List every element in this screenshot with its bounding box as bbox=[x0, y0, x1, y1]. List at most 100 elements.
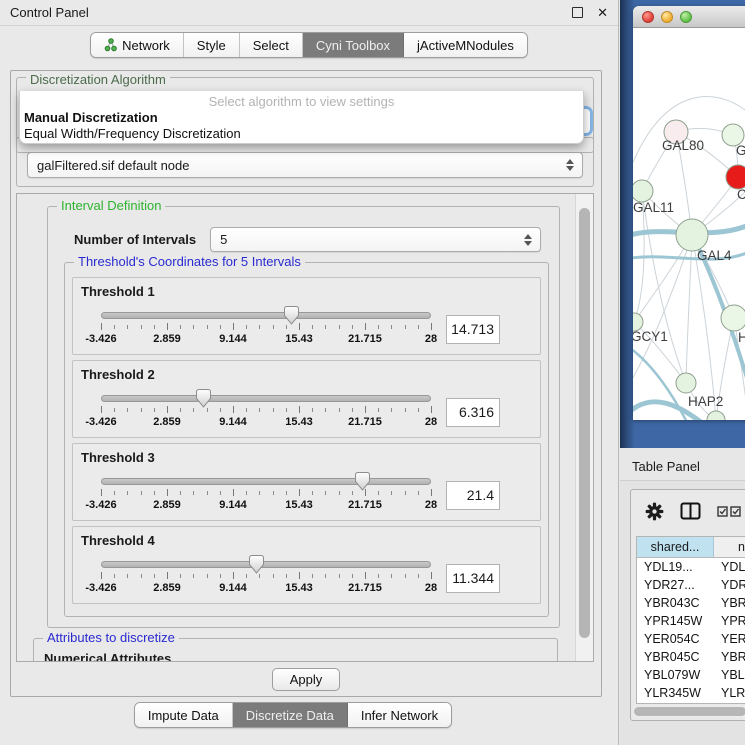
cell-shared-name[interactable]: YBR045C bbox=[637, 648, 713, 666]
table-row[interactable]: YBL079WYBL0 bbox=[637, 666, 745, 684]
network-node[interactable] bbox=[676, 373, 696, 393]
cell-name[interactable]: YPR1 bbox=[713, 612, 745, 630]
tab-cyni-toolbox[interactable]: Cyni Toolbox bbox=[303, 33, 404, 57]
threshold-value-field[interactable]: 6.316 bbox=[446, 398, 500, 427]
tick-mark bbox=[418, 491, 419, 495]
checkbox-icon[interactable] bbox=[730, 506, 741, 517]
stepper-arrows-icon bbox=[524, 228, 532, 251]
threshold-slider[interactable]: -3.4262.8599.14415.4321.71528 bbox=[101, 390, 431, 430]
cell-name[interactable]: YDL1 bbox=[713, 558, 745, 576]
slider-track[interactable] bbox=[101, 395, 431, 402]
slider-tick-labels: -3.4262.8599.14415.4321.71528 bbox=[101, 582, 431, 594]
tick-mark bbox=[233, 406, 234, 413]
tick-mark bbox=[259, 325, 260, 329]
close-icon[interactable]: ✕ bbox=[597, 6, 608, 19]
tick-mark bbox=[391, 325, 392, 329]
table-row[interactable]: YLR345WYLR3 bbox=[637, 684, 745, 702]
cell-shared-name[interactable]: YBR043C bbox=[637, 594, 713, 612]
cell-shared-name[interactable]: YER054C bbox=[637, 630, 713, 648]
number-of-intervals-combobox[interactable]: 5 bbox=[210, 227, 541, 252]
cell-shared-name[interactable]: YDR27... bbox=[637, 576, 713, 594]
threshold-slider[interactable]: -3.4262.8599.14415.4321.71528 bbox=[101, 307, 431, 347]
threshold-slider[interactable]: -3.4262.8599.14415.4321.71528 bbox=[101, 473, 431, 513]
numerical-attributes-label: Numerical Attributes bbox=[44, 651, 549, 662]
cell-name[interactable]: YDR2 bbox=[713, 576, 745, 594]
slider-track[interactable] bbox=[101, 478, 431, 485]
table-row[interactable]: YPR145WYPR1 bbox=[637, 612, 745, 630]
threshold-value-field[interactable]: 14.713 bbox=[446, 315, 500, 344]
table-row[interactable]: YDR27...YDR2 bbox=[637, 576, 745, 594]
tab-infer-network[interactable]: Infer Network bbox=[348, 703, 451, 727]
table-row[interactable]: YER054CYER0 bbox=[637, 630, 745, 648]
cell-name[interactable]: YLR3 bbox=[713, 684, 745, 702]
horizontal-scrollbar-thumb[interactable] bbox=[634, 707, 745, 716]
algorithm-item-manual[interactable]: Manual Discretization bbox=[20, 110, 583, 126]
tab-label: Cyni Toolbox bbox=[316, 38, 390, 53]
tab-label: Select bbox=[253, 38, 289, 53]
threshold-value-field[interactable]: 21.4 bbox=[446, 481, 500, 510]
cell-shared-name[interactable]: YPR145W bbox=[637, 612, 713, 630]
network-node[interactable] bbox=[707, 411, 725, 420]
table-data-combobox[interactable]: galFiltered.sif default node bbox=[27, 152, 583, 178]
slider-track[interactable] bbox=[101, 561, 431, 568]
tick-label: 28 bbox=[425, 333, 437, 345]
network-node-label: GAL11 bbox=[633, 200, 674, 215]
float-window-icon[interactable] bbox=[572, 7, 583, 18]
network-canvas[interactable]: GAL80GACGAL11GAL4GCY1HHAP2 bbox=[633, 28, 745, 420]
slider-track[interactable] bbox=[101, 312, 431, 319]
tick-mark bbox=[167, 489, 168, 496]
cell-shared-name[interactable]: YDL19... bbox=[637, 558, 713, 576]
tab-impute-data[interactable]: Impute Data bbox=[135, 703, 233, 727]
table-panel-body: shared... na YDL19...YDL1YDR27...YDR2YBR… bbox=[620, 481, 745, 745]
gear-icon[interactable] bbox=[645, 502, 664, 521]
tick-mark bbox=[418, 325, 419, 329]
cell-name[interactable]: YER0 bbox=[713, 630, 745, 648]
column-header-shared-name[interactable]: shared... bbox=[637, 537, 714, 557]
threshold-value-field[interactable]: 11.344 bbox=[446, 564, 500, 593]
split-panel-icon[interactable] bbox=[680, 502, 701, 520]
tick-mark bbox=[167, 323, 168, 330]
network-node[interactable] bbox=[676, 219, 708, 251]
tab-jactivemnodules[interactable]: jActiveMNodules bbox=[404, 33, 527, 57]
slider-thumb[interactable] bbox=[196, 389, 211, 408]
vertical-scrollbar-thumb[interactable] bbox=[579, 208, 590, 638]
slider-tick-labels: -3.4262.8599.14415.4321.71528 bbox=[101, 416, 431, 428]
table-row[interactable]: YDL19...YDL1 bbox=[637, 558, 745, 576]
tab-network[interactable]: Network bbox=[91, 33, 184, 57]
close-window-icon[interactable] bbox=[642, 11, 654, 23]
slider-thumb[interactable] bbox=[355, 472, 370, 491]
tab-discretize-data[interactable]: Discretize Data bbox=[233, 703, 348, 727]
discretization-algorithm-group: Discretization Algorithm Select algorith… bbox=[16, 77, 594, 153]
app-root: Control Panel ✕ Network Styl bbox=[0, 0, 745, 745]
cell-name[interactable]: YBR0 bbox=[713, 594, 745, 612]
cell-name[interactable]: YBL0 bbox=[713, 666, 745, 684]
table-row[interactable]: YBR043CYBR0 bbox=[637, 594, 745, 612]
network-node[interactable] bbox=[721, 305, 745, 331]
zoom-window-icon[interactable] bbox=[680, 11, 692, 23]
tab-style[interactable]: Style bbox=[184, 33, 240, 57]
tab-select[interactable]: Select bbox=[240, 33, 303, 57]
vertical-scrollbar[interactable] bbox=[575, 194, 593, 661]
cell-name[interactable]: YBR0 bbox=[713, 648, 745, 666]
cell-shared-name[interactable]: YLR345W bbox=[637, 684, 713, 702]
network-node[interactable] bbox=[726, 165, 745, 189]
network-node[interactable] bbox=[633, 180, 653, 202]
slider-thumb[interactable] bbox=[249, 555, 264, 574]
cell-shared-name[interactable]: YBL079W bbox=[637, 666, 713, 684]
cell-name[interactable]: YIL0 bbox=[713, 702, 745, 704]
minimize-window-icon[interactable] bbox=[661, 11, 673, 23]
table-row[interactable]: YBR045CYBR0 bbox=[637, 648, 745, 666]
cell-shared-name[interactable]: YIL052C bbox=[637, 702, 713, 704]
threshold-slider[interactable]: -3.4262.8599.14415.4321.71528 bbox=[101, 556, 431, 596]
table-row[interactable]: YIL052CYIL0 bbox=[637, 702, 745, 704]
slider-thumb[interactable] bbox=[284, 306, 299, 325]
apply-button[interactable]: Apply bbox=[272, 668, 340, 691]
tab-label: Network bbox=[122, 38, 170, 53]
checkbox-icon[interactable] bbox=[717, 506, 728, 517]
algorithm-placeholder-item[interactable]: Select algorithm to view settings bbox=[20, 93, 583, 110]
horizontal-scrollbar[interactable] bbox=[633, 706, 745, 717]
algorithm-item-equal-width[interactable]: Equal Width/Frequency Discretization bbox=[20, 126, 583, 142]
number-of-intervals-value: 5 bbox=[220, 232, 227, 247]
tick-mark bbox=[207, 574, 208, 578]
column-header-name[interactable]: na bbox=[714, 537, 745, 557]
